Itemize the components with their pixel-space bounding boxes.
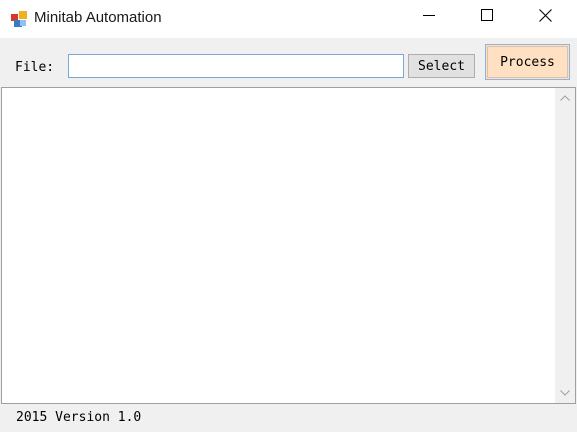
chevron-up-icon: [560, 95, 570, 101]
maximize-icon: [481, 9, 493, 21]
close-icon: [538, 8, 552, 22]
output-textbox[interactable]: [1, 87, 576, 404]
minitab-app-icon: [11, 11, 27, 27]
maximize-button[interactable]: [458, 0, 516, 30]
file-path-input[interactable]: [68, 54, 404, 78]
version-status-label: 2015 Version 1.0: [16, 410, 142, 425]
window-title: Minitab Automation: [34, 9, 162, 26]
select-button[interactable]: Select: [408, 54, 475, 78]
main-window: Minitab Automation File: Select Process: [0, 0, 577, 432]
minimize-icon: [423, 15, 435, 16]
minimize-button[interactable]: [400, 0, 458, 30]
title-bar[interactable]: Minitab Automation: [0, 0, 577, 38]
scroll-down-button[interactable]: [555, 383, 575, 403]
file-label: File:: [15, 60, 55, 75]
close-button[interactable]: [516, 0, 574, 30]
chevron-down-icon: [560, 390, 570, 396]
scroll-up-button[interactable]: [555, 88, 575, 108]
process-button[interactable]: Process: [485, 44, 570, 80]
vertical-scrollbar[interactable]: [555, 88, 575, 403]
